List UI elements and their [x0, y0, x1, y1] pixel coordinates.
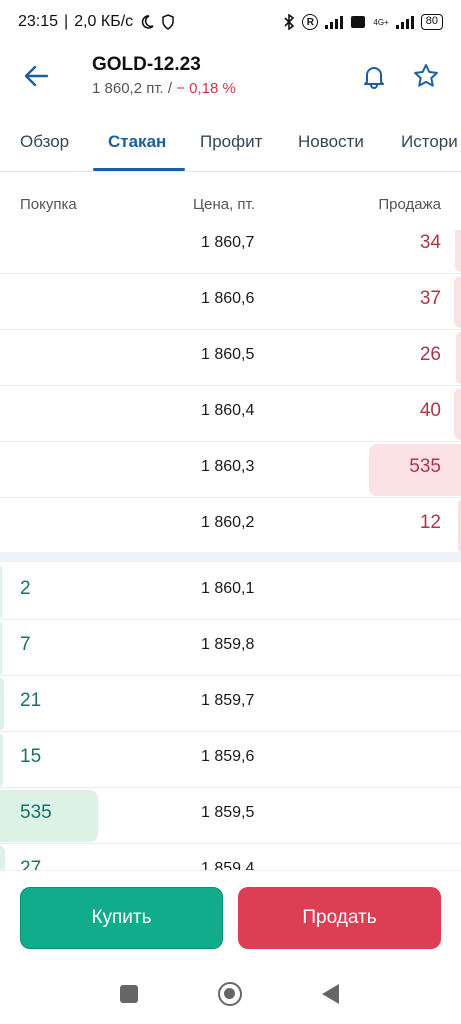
- ask-quantity: 34: [419, 232, 441, 253]
- bid-quantity: 535: [20, 802, 52, 823]
- bid-volume-bar: [0, 566, 2, 618]
- ask-price: 1 860,3: [201, 458, 255, 475]
- ask-row[interactable]: 1 860,2 12: [0, 498, 461, 554]
- ask-row[interactable]: 1 860,6 37: [0, 274, 461, 330]
- bid-price: 1 859,5: [201, 804, 255, 821]
- ask-price: 1 860,6: [201, 290, 255, 307]
- volte-icon: [351, 16, 366, 28]
- network-type: 4G+: [373, 17, 389, 27]
- instrument-header: GOLD-12.23 1 860,2 пт. / − 0,18 %: [0, 44, 461, 114]
- ask-quantity: 535: [409, 456, 441, 477]
- spread-divider: [0, 552, 461, 562]
- bid-row[interactable]: 7 1 859,8: [0, 620, 461, 676]
- ask-quantity: 12: [419, 512, 441, 533]
- shield-icon: [162, 14, 174, 30]
- tab-history[interactable]: Истори: [401, 132, 458, 152]
- status-bar: 23:15 | 2,0 КБ/с R 4G+ 80: [0, 0, 461, 44]
- recent-apps-icon[interactable]: [120, 985, 138, 1003]
- status-separator: |: [64, 13, 69, 30]
- price-change: − 0,18 %: [176, 80, 236, 97]
- tab-bar: Обзор Стакан Профит Новости Истори: [0, 118, 461, 172]
- order-book-header: Покупка Цена, пт. Продажа: [0, 188, 461, 228]
- tab-news[interactable]: Новости: [298, 132, 364, 152]
- star-icon: [414, 64, 438, 87]
- ask-price: 1 860,7: [201, 234, 255, 251]
- trade-actions: Купить Продать: [0, 870, 461, 966]
- bid-row[interactable]: 27 1 859,4: [0, 844, 461, 870]
- ask-row[interactable]: 1 860,4 40: [0, 386, 461, 442]
- tab-order-book[interactable]: Стакан: [108, 132, 166, 152]
- bid-price: 1 859,8: [201, 636, 255, 653]
- bluetooth-icon: [284, 14, 295, 30]
- bid-volume-bar: [0, 846, 5, 870]
- ask-price: 1 860,4: [201, 402, 255, 419]
- ask-volume-bar: [456, 332, 461, 384]
- column-sell: Продажа: [378, 196, 441, 213]
- bid-volume-bar: [0, 622, 2, 674]
- ask-quantity: 40: [419, 400, 441, 421]
- bid-quantity: 15: [20, 746, 42, 767]
- signal-icon-2: [395, 15, 414, 29]
- bid-price: 1 859,4: [201, 860, 255, 870]
- sell-button[interactable]: Продать: [238, 887, 441, 949]
- ask-volume-bar: [455, 230, 461, 272]
- ask-volume-bar: [454, 276, 461, 328]
- ask-quantity: 26: [419, 344, 441, 365]
- tab-profit[interactable]: Профит: [200, 132, 262, 152]
- bid-price: 1 859,7: [201, 692, 255, 709]
- bid-quantity: 27: [20, 858, 42, 870]
- order-book: 1 860,7 34 1 860,6 37 1 860,5 26 1 860,4…: [0, 230, 461, 870]
- bid-row[interactable]: 535 1 859,5: [0, 788, 461, 844]
- bid-row[interactable]: 21 1 859,7: [0, 676, 461, 732]
- ask-row[interactable]: 1 860,3 535: [0, 442, 461, 498]
- roaming-icon: R: [302, 14, 319, 30]
- ask-row[interactable]: 1 860,5 26: [0, 330, 461, 386]
- signal-icon: [325, 15, 344, 29]
- bid-quantity: 7: [20, 634, 31, 655]
- page-title: GOLD-12.23: [92, 54, 201, 75]
- column-price: Цена, пт.: [193, 196, 255, 213]
- active-tab-indicator: [93, 168, 185, 171]
- back-button[interactable]: [18, 58, 54, 94]
- bell-icon: [364, 67, 384, 89]
- battery-icon: 80: [420, 14, 443, 30]
- bid-price: 1 860,1: [201, 580, 255, 597]
- bid-row[interactable]: 15 1 859,6: [0, 732, 461, 788]
- bid-quantity: 2: [20, 578, 31, 599]
- back-triangle-icon[interactable]: [322, 984, 339, 1004]
- ask-row[interactable]: 1 860,7 34: [0, 230, 461, 274]
- ask-quantity: 37: [419, 288, 441, 309]
- moon-icon: [141, 15, 154, 29]
- arrow-left-icon: [24, 65, 49, 87]
- bid-volume-bar: [0, 678, 4, 730]
- status-speed: 2,0 КБ/с: [74, 13, 134, 30]
- bid-row[interactable]: 2 1 860,1: [0, 564, 461, 620]
- price-summary: 1 860,2 пт. / − 0,18 %: [92, 80, 236, 97]
- buy-button[interactable]: Купить: [20, 887, 223, 949]
- bid-price: 1 859,6: [201, 748, 255, 765]
- home-icon[interactable]: [218, 982, 242, 1006]
- bid-quantity: 21: [20, 690, 42, 711]
- ask-price: 1 860,5: [201, 346, 255, 363]
- ask-price: 1 860,2: [201, 514, 255, 531]
- status-time: 23:15: [18, 13, 59, 30]
- tab-overview[interactable]: Обзор: [20, 132, 69, 152]
- alert-button[interactable]: [356, 58, 392, 94]
- ask-volume-bar: [454, 388, 461, 440]
- column-buy: Покупка: [20, 196, 77, 213]
- system-nav-bar: [0, 966, 461, 1024]
- bid-volume-bar: [0, 734, 3, 786]
- last-price: 1 860,2 пт. /: [92, 80, 173, 97]
- favorite-button[interactable]: [408, 58, 444, 94]
